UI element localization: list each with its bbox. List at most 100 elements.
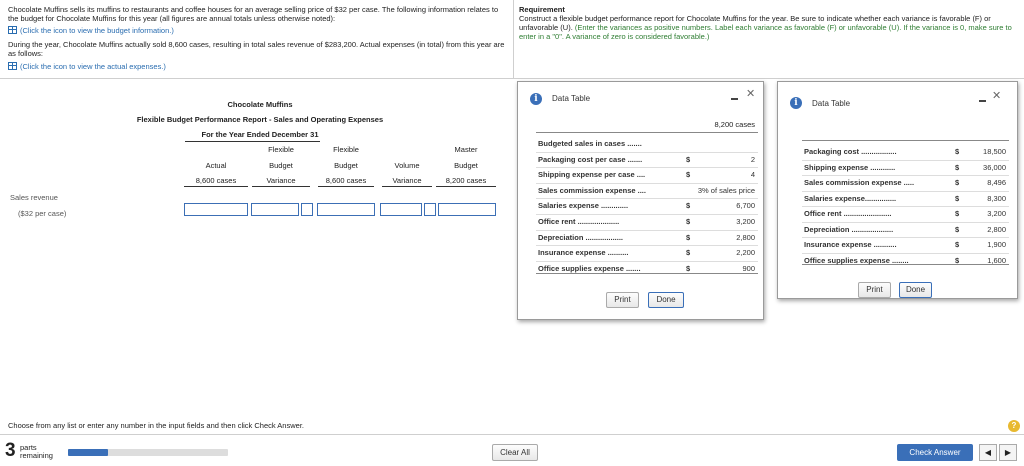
check-answer-button[interactable]: Check Answer	[897, 444, 973, 461]
row-label: Office rent .......................	[804, 209, 892, 218]
row-divider	[802, 175, 1009, 176]
minimize-icon[interactable]	[979, 100, 986, 102]
col-flex-budget-l3: 8,600 cases	[318, 176, 374, 187]
actual-sales-input[interactable]	[184, 203, 248, 216]
col-volume-variance-l2: Volume	[394, 161, 420, 170]
help-icon[interactable]: ?	[1008, 420, 1020, 432]
col-actual-l2: Actual	[205, 161, 227, 170]
col-volume-variance-l3: Variance	[382, 176, 432, 187]
row-divider	[802, 237, 1009, 238]
row-value: 3,200	[736, 217, 755, 226]
row-currency: $	[686, 248, 691, 258]
row-value: 36,000	[983, 162, 1006, 172]
table-icon[interactable]	[8, 26, 17, 34]
row-value: 3% of sales price	[697, 185, 755, 195]
close-icon[interactable]: ✕	[992, 91, 1001, 102]
row-currency: $	[686, 217, 691, 226]
col-volume-variance-l1	[382, 145, 432, 156]
col-flex-variance-l2: Budget	[269, 161, 293, 170]
row-label: Insurance expense ..........	[538, 248, 629, 258]
done-button[interactable]: Done	[648, 292, 684, 308]
row-currency: $	[686, 201, 691, 211]
col-master-budget-l1: Master	[454, 145, 478, 154]
row-currency: $	[955, 193, 960, 203]
table-row: Sales commission expense ..... $8,496	[802, 175, 1009, 189]
master-budget-sales-input[interactable]	[438, 203, 496, 216]
row-label: Shipping expense ............	[804, 162, 896, 172]
volume-variance-fu-select[interactable]	[424, 203, 436, 216]
col-flex-variance-l1: Flexible	[268, 145, 294, 154]
table-row: Salaries expense............... $8,300	[802, 191, 1009, 205]
close-icon[interactable]: ✕	[746, 89, 755, 100]
col-volume-variance: Volume Variance	[382, 145, 432, 187]
dialog-title: Data Table	[812, 99, 851, 108]
flex-variance-input[interactable]	[251, 203, 299, 216]
col-flex-budget: Flexible Budget 8,600 cases	[318, 145, 374, 187]
row-sub-per-case: ($32 per case)	[18, 209, 67, 218]
table-row: Sales commission expense .... 3% of sales…	[536, 183, 758, 197]
problem-text-2: During the year, Chocolate Muffins actua…	[8, 40, 505, 58]
next-arrow-icon[interactable]: ▶	[999, 444, 1017, 461]
requirement-heading: Requirement	[519, 5, 565, 14]
row-currency: $	[955, 209, 960, 218]
row-divider	[536, 260, 758, 262]
col-master-budget: Master Budget 8,200 cases	[436, 145, 496, 187]
row-value: 1,600	[987, 255, 1006, 265]
row-divider	[536, 151, 758, 153]
row-value: 4	[750, 170, 755, 180]
budget-info-link-text[interactable]: (Click the icon to view the budget infor…	[20, 26, 174, 35]
col-actual: Actual 8,600 cases	[184, 145, 248, 187]
row-value: 8,300	[987, 193, 1006, 203]
budget-info-link[interactable]: (Click the icon to view the budget infor…	[8, 26, 174, 35]
row-label: Sales commission expense ....	[538, 185, 646, 195]
done-button[interactable]: Done	[899, 282, 932, 298]
table-icon[interactable]	[8, 62, 17, 70]
flex-variance-fu-select[interactable]	[301, 203, 313, 216]
parts-label: parts remaining	[20, 444, 53, 460]
row-currency: $	[955, 178, 960, 187]
progress-fill	[68, 449, 108, 456]
table-row: Packaging cost ................. $18,500	[802, 144, 1009, 158]
row-label: Packaging cost .................	[804, 147, 897, 156]
col-flex-budget-l1: Flexible	[333, 145, 359, 154]
budget-data-table: Budgeted sales in cases ....... 8,200 cas…	[536, 120, 758, 275]
actual-expenses-link[interactable]: (Click the icon to view the actual expen…	[8, 62, 166, 71]
row-value: 18,500	[983, 147, 1006, 156]
report-company: Chocolate Muffins	[227, 100, 293, 109]
actual-data-table: Packaging cost ................. $18,500 S…	[802, 140, 1009, 265]
table-row: Depreciation .................... $2,800	[802, 222, 1009, 236]
header-value: 8,200 cases	[714, 120, 755, 129]
volume-variance-input[interactable]	[380, 203, 422, 216]
vertical-divider	[513, 0, 514, 78]
prev-arrow-icon[interactable]: ◀	[979, 444, 997, 461]
row-divider	[802, 159, 1009, 161]
progress-bar	[68, 449, 228, 456]
row-divider	[536, 229, 758, 231]
row-label-sales-revenue: Sales revenue	[10, 193, 58, 202]
period-underline	[185, 141, 320, 142]
table-row: Insurance expense ........... $1,900	[802, 237, 1009, 251]
minimize-icon[interactable]	[731, 98, 738, 100]
table-row: Office supplies expense ........ $1,600	[802, 253, 1009, 267]
table-row: Office supplies expense ....... $900	[536, 261, 758, 275]
row-label: Insurance expense ...........	[804, 240, 897, 249]
table-row: Insurance expense .......... $2,200	[536, 245, 758, 259]
flex-budget-sales-input[interactable]	[317, 203, 375, 216]
row-value: 900	[742, 263, 755, 273]
row-divider	[802, 252, 1009, 254]
clear-all-button[interactable]: Clear All	[492, 444, 538, 461]
row-label: Depreciation ..................	[538, 232, 624, 242]
row-label: Office supplies expense ........	[804, 255, 909, 265]
report-title: Flexible Budget Performance Report - Sal…	[136, 115, 384, 124]
row-value: 3,200	[987, 209, 1006, 218]
footer-instruction: Choose from any list or enter any number…	[8, 421, 304, 430]
row-currency: $	[955, 147, 960, 156]
parts-label-2: remaining	[20, 451, 53, 460]
row-value: 6,700	[736, 201, 755, 211]
print-button[interactable]: Print	[858, 282, 891, 298]
print-button[interactable]: Print	[606, 292, 639, 308]
requirement-text: Construct a flexible budget performance …	[519, 14, 1019, 41]
actual-expenses-link-text[interactable]: (Click the icon to view the actual expen…	[20, 62, 166, 71]
row-divider	[802, 206, 1009, 207]
row-divider	[536, 182, 758, 184]
